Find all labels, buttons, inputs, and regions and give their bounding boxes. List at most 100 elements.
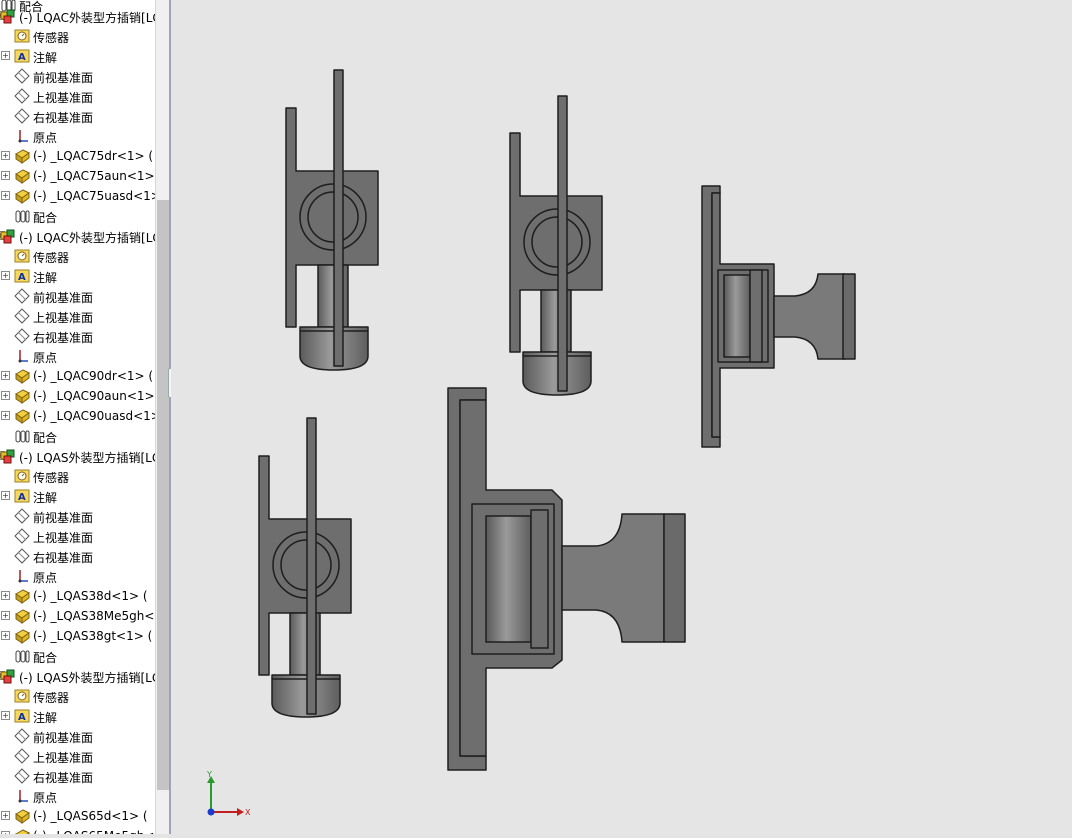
latch-model-5[interactable] [447,387,686,771]
tree-item[interactable]: + (-) _LQAC90dr<1> ( [0,366,155,386]
plane-icon [14,328,30,344]
tree-item[interactable]: 右视基准面 [0,766,155,786]
tree-item[interactable]: 传感器 [0,686,155,706]
tree-item[interactable]: +(-) _LQAS65Me5gh< [0,826,155,834]
tree-item-label: 右视基准面 [33,111,94,125]
expand-icon[interactable]: + [1,171,10,180]
tree-item[interactable]: 原点 [0,566,155,586]
tree-item-label: 配合 [33,431,58,445]
tree-scrollbar[interactable] [155,0,170,834]
tree-item[interactable]: + A 注解 [0,706,155,726]
tree-item-label: 传感器 [33,691,70,705]
latch-model-1[interactable] [285,69,379,371]
expand-icon[interactable]: + [1,371,10,380]
tree-item[interactable]: 上视基准面 [0,306,155,326]
tree-item[interactable]: 右视基准面 [0,106,155,126]
sensor-icon [14,248,30,264]
expand-icon[interactable]: + [1,711,10,720]
tree-item-label: 注解 [33,51,58,65]
tree-item[interactable]: +(-) LQAS外装型方插销[LC [0,446,155,466]
origin-icon [14,788,30,804]
feature-manager-tree[interactable]: 配合+(-) LQAC外装型方插销[LC传感器+A注解前视基准面上视基准面右视基… [0,0,155,834]
tree-item[interactable]: + (-) _LQAC90aun<1> [0,386,155,406]
tree-item[interactable]: 原点 [0,346,155,366]
graphics-viewport[interactable] [171,0,1072,834]
part-icon [14,828,30,834]
tree-item-label: 传感器 [33,31,70,45]
tree-item[interactable]: 右视基准面 [0,546,155,566]
expand-icon[interactable]: + [1,391,10,400]
expand-icon[interactable]: + [1,491,10,500]
part-icon [14,168,30,184]
tree-item-label: (-) _LQAS65Me5gh< [33,829,154,834]
tree-item[interactable]: 配合 [0,206,155,226]
plane-icon [14,88,30,104]
tree-item-label: (-) _LQAS38gt<1> ( [33,629,153,643]
plane-icon [14,768,30,784]
tree-item-label: 配合 [33,651,58,665]
tree-item[interactable]: + A 注解 [0,486,155,506]
origin-icon [14,128,30,144]
tree-item-label: (-) _LQAC90uasd<1> [33,409,155,423]
part-icon [14,148,30,164]
tree-item[interactable]: + (-) _LQAS65d<1> ( [0,806,155,826]
tree-item-label: (-) _LQAS38Me5gh< [33,609,155,623]
expand-icon[interactable]: + [1,51,10,60]
tree-item[interactable]: +(-) LQAS外装型方插销[LC [0,666,155,686]
tree-item[interactable]: 前视基准面 [0,506,155,526]
tree-item[interactable]: 前视基准面 [0,726,155,746]
tree-item[interactable]: +(-) LQAC外装型方插销[LC [0,226,155,246]
tree-item[interactable]: 上视基准面 [0,746,155,766]
tree-item[interactable]: 前视基准面 [0,66,155,86]
tree-item[interactable]: 传感器 [0,26,155,46]
tree-item[interactable]: + A 注解 [0,266,155,286]
part-icon [14,588,30,604]
expand-icon[interactable]: + [1,611,10,620]
tree-item[interactable]: 传感器 [0,466,155,486]
tree-item-label: (-) _LQAS38d<1> ( [33,589,148,603]
tree-item[interactable]: + (-) _LQAS38d<1> ( [0,586,155,606]
tree-item-label: 上视基准面 [33,91,94,105]
scrollbar-thumb[interactable] [157,200,169,790]
tree-item[interactable]: +(-) LQAC外装型方插销[LC [0,6,155,26]
expand-icon[interactable]: + [1,411,10,420]
tree-item[interactable]: 右视基准面 [0,326,155,346]
plane-icon [14,748,30,764]
tree-item-label: 前视基准面 [33,71,94,85]
tree-item[interactable]: 前视基准面 [0,286,155,306]
mate-icon [14,428,30,444]
latch-model-4[interactable] [701,185,856,448]
sensor-icon [14,688,30,704]
expand-icon[interactable]: + [1,631,10,640]
triad-x-label: X [245,808,251,817]
tree-item[interactable]: + (-) _LQAS38Me5gh< [0,606,155,626]
axis-triad: Y X [198,768,258,828]
tree-item[interactable]: 上视基准面 [0,86,155,106]
expand-icon[interactable]: + [1,191,10,200]
origin-icon [14,568,30,584]
tree-item[interactable]: + A 注解 [0,46,155,66]
latch-model-3[interactable] [258,417,352,718]
tree-item[interactable]: 配合 [0,426,155,446]
tree-item[interactable]: 上视基准面 [0,526,155,546]
tree-item-label: (-) _LQAC75uasd<1> [33,189,155,203]
expand-icon[interactable]: + [1,811,10,820]
tree-item-label: 传感器 [33,471,70,485]
tree-item[interactable]: + (-) _LQAC90uasd<1> [0,406,155,426]
tree-item[interactable]: 配合 [0,646,155,666]
tree-item[interactable]: 原点 [0,126,155,146]
plane-icon [14,508,30,524]
tree-item[interactable]: + (-) _LQAC75dr<1> ( [0,146,155,166]
latch-model-2[interactable] [509,95,603,396]
tree-item[interactable]: + (-) _LQAC75uasd<1> [0,186,155,206]
expand-icon[interactable]: + [1,151,10,160]
tree-item-label: 原点 [33,791,58,805]
tree-item[interactable]: 传感器 [0,246,155,266]
expand-icon[interactable]: + [1,591,10,600]
part-icon [14,388,30,404]
tree-item[interactable]: + (-) _LQAC75aun<1> [0,166,155,186]
tree-item-label: 原点 [33,351,58,365]
tree-item[interactable]: + (-) _LQAS38gt<1> ( [0,626,155,646]
expand-icon[interactable]: + [1,271,10,280]
tree-item[interactable]: 原点 [0,786,155,806]
